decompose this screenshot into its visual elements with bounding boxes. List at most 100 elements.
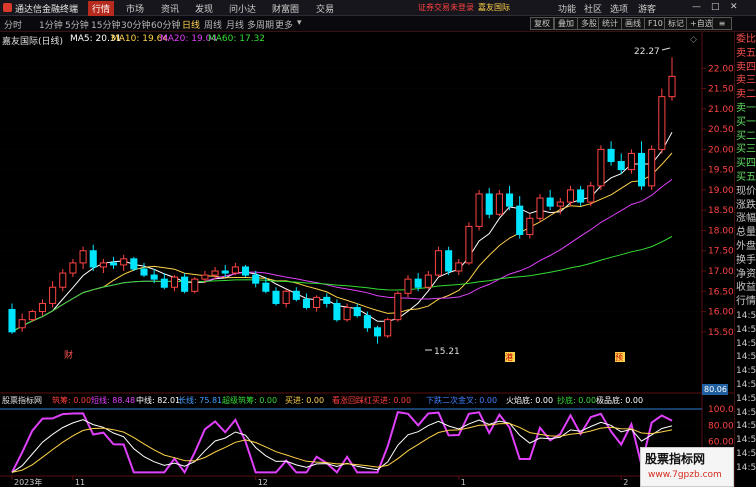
period-weekly[interactable]: 周线 [204, 18, 222, 31]
candle[interactable] [434, 246, 443, 278]
login-status[interactable]: 证券交易未登录 [418, 2, 474, 13]
menu-news[interactable]: 资讯 [157, 1, 183, 16]
candle[interactable] [353, 303, 361, 318]
candle[interactable] [607, 141, 615, 166]
minimize-button[interactable]: — [692, 2, 701, 12]
candle[interactable] [627, 149, 635, 174]
candle[interactable] [475, 189, 483, 231]
candle[interactable] [211, 266, 219, 280]
period-more[interactable]: 更多 [275, 18, 293, 31]
adjust-button[interactable]: 复权 [530, 17, 554, 30]
candle[interactable] [181, 273, 189, 294]
statistics-button[interactable]: 统计 [598, 17, 622, 30]
candle[interactable] [668, 57, 676, 101]
candle[interactable] [577, 185, 585, 207]
guest-button[interactable]: 游客 [638, 2, 656, 15]
candle[interactable] [120, 254, 128, 272]
menu-trade[interactable]: 交易 [312, 1, 338, 16]
candle[interactable] [8, 303, 16, 334]
candle[interactable] [384, 317, 392, 338]
candle[interactable] [59, 268, 67, 292]
event-marker-report[interactable]: 财 [64, 349, 74, 361]
period-30min[interactable]: 30分钟 [121, 18, 150, 31]
chevron-down-icon[interactable]: ▾ [297, 18, 302, 28]
candle[interactable] [231, 262, 239, 276]
candle[interactable] [282, 289, 290, 308]
candle[interactable] [363, 311, 371, 332]
period-multi[interactable]: 多周期 [247, 18, 274, 31]
candle[interactable] [191, 277, 199, 294]
candle[interactable] [99, 258, 107, 274]
candle[interactable] [130, 256, 138, 272]
candle[interactable] [170, 275, 179, 292]
candle[interactable] [28, 309, 36, 322]
period-tick[interactable]: 分时 [4, 18, 22, 31]
settings-icon[interactable]: ◇ [690, 35, 697, 45]
candle[interactable] [485, 187, 493, 219]
candle[interactable] [160, 273, 168, 290]
candle[interactable] [505, 185, 514, 211]
draw-line-button[interactable]: 画线 [621, 17, 645, 30]
period-5min[interactable]: 5分钟 [65, 18, 89, 31]
period-15min[interactable]: 15分钟 [91, 18, 120, 31]
candle[interactable] [536, 193, 544, 223]
stock-title[interactable]: 嘉友国际(日线) [2, 34, 63, 47]
candle[interactable] [424, 271, 432, 290]
candle[interactable] [404, 275, 412, 298]
candle[interactable] [516, 196, 524, 239]
candle[interactable] [465, 222, 473, 265]
function-button[interactable]: 功能 [558, 2, 576, 15]
menu-market[interactable]: 市场 [122, 1, 148, 16]
menu-discover[interactable]: 发现 [191, 1, 217, 16]
candle[interactable] [38, 299, 47, 316]
candle[interactable] [79, 246, 87, 269]
candle[interactable] [394, 291, 402, 322]
candle[interactable] [658, 88, 666, 154]
candle[interactable] [292, 287, 300, 302]
indicator-name[interactable]: 股票指标网 [2, 395, 42, 406]
maximize-button[interactable]: □ [711, 2, 720, 12]
mark-button[interactable]: 标记 [664, 17, 688, 30]
candle[interactable] [587, 181, 595, 207]
event-marker-forecast[interactable]: 预 [615, 352, 625, 362]
candle[interactable] [495, 189, 503, 217]
candle[interactable] [343, 303, 351, 322]
event-marker-hk[interactable]: 港 [505, 352, 515, 362]
period-daily[interactable]: 日线 [182, 18, 200, 31]
menu-icon[interactable]: ≡ [712, 17, 732, 30]
candle[interactable] [272, 287, 280, 306]
candle[interactable] [323, 293, 331, 308]
account-name[interactable]: 嘉友国际 [478, 2, 510, 13]
candle[interactable] [445, 246, 453, 276]
candle[interactable] [566, 185, 575, 207]
candle[interactable] [597, 145, 605, 190]
overlay-button[interactable]: 叠加 [554, 17, 578, 30]
candle[interactable] [373, 325, 382, 344]
candle[interactable] [18, 313, 26, 332]
quote-side-panel[interactable]: 委比 卖五 卖四 卖三 卖二 卖一 买一 买二 买三 买四 买五 现价 涨跌 涨幅 总量 外盘 换手 净资 收益 行情… [734, 32, 756, 487]
candle[interactable] [49, 281, 57, 308]
candle[interactable] [69, 258, 77, 278]
candle[interactable] [333, 299, 341, 322]
period-60min[interactable]: 60分钟 [151, 18, 180, 31]
candlesticks[interactable] [8, 57, 676, 344]
candle[interactable] [617, 153, 625, 174]
menu-wealth-circle[interactable]: 财富圈 [268, 1, 303, 16]
candle[interactable] [89, 244, 97, 272]
candle[interactable] [648, 145, 656, 190]
candle[interactable] [313, 295, 321, 312]
period-monthly[interactable]: 月线 [226, 18, 244, 31]
period-1min[interactable]: 1分钟 [39, 18, 63, 31]
candle[interactable] [637, 141, 646, 190]
candle[interactable] [455, 258, 463, 276]
candle[interactable] [241, 264, 250, 278]
menu-quotes[interactable]: 行情 [88, 1, 115, 16]
candle[interactable] [109, 256, 118, 269]
candle[interactable] [302, 293, 311, 310]
options-button[interactable]: 选项 [610, 2, 628, 15]
candle[interactable] [546, 189, 554, 211]
candle[interactable] [140, 262, 148, 278]
close-button[interactable]: ✕ [730, 2, 738, 12]
candle[interactable] [526, 214, 534, 239]
menu-ask-xiaoda[interactable]: 问小达 [225, 1, 260, 16]
